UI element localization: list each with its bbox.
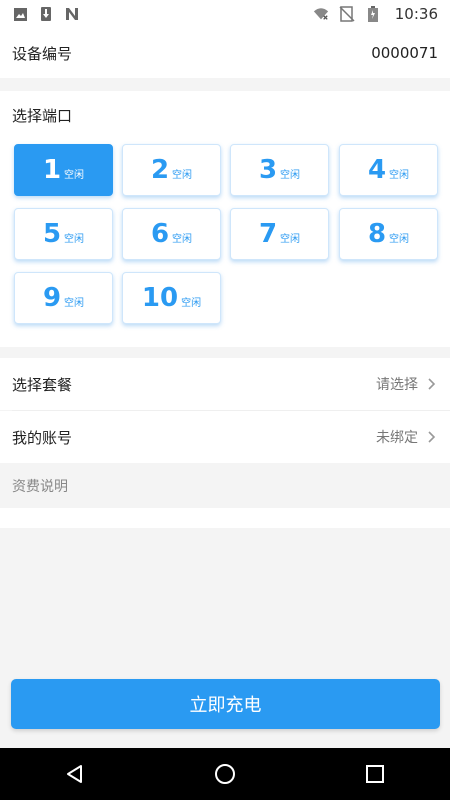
port-status: 空闲 xyxy=(280,170,301,181)
port-status: 空闲 xyxy=(172,234,193,245)
package-select[interactable]: 请选择 xyxy=(376,374,436,394)
port-status: 空闲 xyxy=(280,234,301,245)
port-grid: 1 空闲 2 空闲 3 空闲 4 空闲 5 空闲 6 空闲 7 空闲 8 空闲 xyxy=(12,142,440,332)
port-number: 4 xyxy=(367,155,387,185)
package-select-row[interactable]: 选择套餐 请选择 xyxy=(0,358,450,410)
port-button-8[interactable]: 8 空闲 xyxy=(339,208,438,260)
wifi-off-icon xyxy=(313,6,329,22)
back-triangle-icon[interactable] xyxy=(60,759,90,789)
port-button-5[interactable]: 5 空闲 xyxy=(14,208,113,260)
status-bar-left xyxy=(12,6,80,22)
port-button-1[interactable]: 1 空闲 xyxy=(14,144,113,196)
port-number: 3 xyxy=(258,155,278,185)
port-number: 7 xyxy=(258,219,278,249)
port-status: 空闲 xyxy=(181,298,202,309)
port-number: 10 xyxy=(141,283,179,313)
device-number-value: 0000071 xyxy=(371,44,438,62)
port-button-10[interactable]: 10 空闲 xyxy=(122,272,221,324)
chevron-right-icon xyxy=(426,430,436,444)
home-circle-icon[interactable] xyxy=(210,759,240,789)
port-status: 空闲 xyxy=(172,170,193,181)
account-value: 未绑定 xyxy=(376,430,418,446)
port-button-4[interactable]: 4 空闲 xyxy=(339,144,438,196)
port-status: 空闲 xyxy=(389,170,410,181)
status-bar: 10:36 xyxy=(0,0,450,28)
port-button-2[interactable]: 2 空闲 xyxy=(122,144,221,196)
account-status[interactable]: 未绑定 xyxy=(376,427,436,447)
image-icon xyxy=(12,6,28,22)
port-number: 1 xyxy=(42,155,62,185)
battery-icon xyxy=(365,6,381,22)
port-number: 2 xyxy=(150,155,170,185)
port-section-title: 选择端口 xyxy=(12,107,73,125)
download-icon xyxy=(38,6,54,22)
port-number: 6 xyxy=(150,219,170,249)
status-bar-right: 10:36 xyxy=(313,5,438,23)
port-number: 8 xyxy=(367,219,387,249)
port-button-9[interactable]: 9 空闲 xyxy=(14,272,113,324)
port-number: 9 xyxy=(42,283,62,313)
fee-description-row: 资费说明 xyxy=(0,464,450,508)
navigation-bar xyxy=(0,748,450,800)
device-number-row: 设备编号 0000071 xyxy=(0,28,450,78)
port-button-7[interactable]: 7 空闲 xyxy=(230,208,329,260)
status-time: 10:36 xyxy=(394,5,438,23)
device-number-label: 设备编号 xyxy=(12,44,73,63)
chevron-right-icon xyxy=(426,377,436,391)
port-status: 空闲 xyxy=(64,234,85,245)
no-signal-icon xyxy=(339,6,355,22)
charge-now-button[interactable]: 立即充电 xyxy=(11,679,440,729)
package-label: 选择套餐 xyxy=(12,375,73,394)
fee-description-label: 资费说明 xyxy=(12,479,68,495)
port-status: 空闲 xyxy=(389,234,410,245)
port-number: 5 xyxy=(42,219,62,249)
port-button-3[interactable]: 3 空闲 xyxy=(230,144,329,196)
n-notification-icon xyxy=(64,6,80,22)
fee-description-content xyxy=(0,508,450,528)
port-button-6[interactable]: 6 空闲 xyxy=(122,208,221,260)
port-status: 空闲 xyxy=(64,170,85,181)
account-row[interactable]: 我的账号 未绑定 xyxy=(0,411,450,463)
recents-square-icon[interactable] xyxy=(360,759,390,789)
account-label: 我的账号 xyxy=(12,428,73,447)
port-status: 空闲 xyxy=(64,298,85,309)
package-value: 请选择 xyxy=(376,377,418,393)
port-section: 选择端口 1 空闲 2 空闲 3 空闲 4 空闲 5 空闲 6 空闲 7 空闲 xyxy=(0,91,450,347)
